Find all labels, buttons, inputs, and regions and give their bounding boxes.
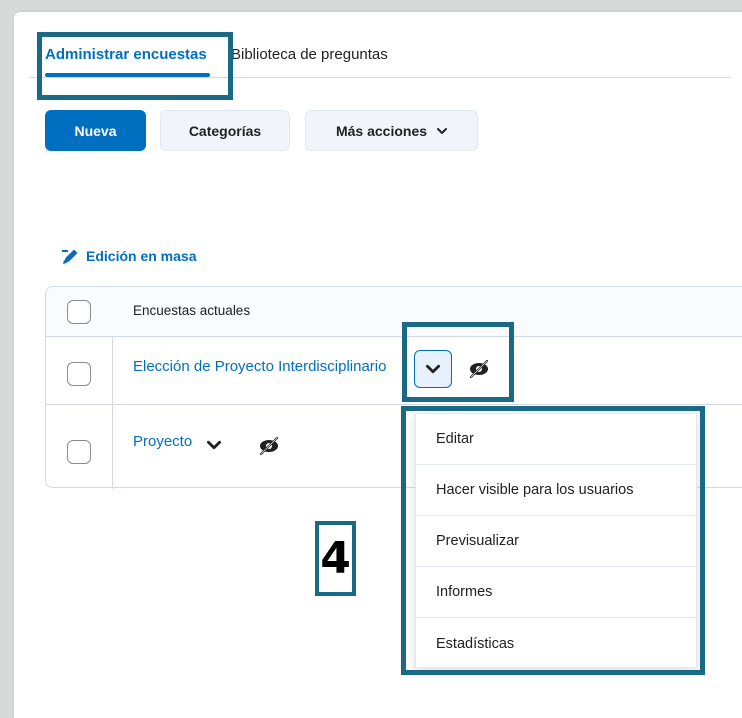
tab-question-library[interactable]: Biblioteca de preguntas bbox=[231, 46, 388, 63]
table-header-row: Encuestas actuales bbox=[46, 287, 742, 337]
categories-button[interactable]: Categorías bbox=[160, 110, 290, 151]
bulk-edit-link[interactable]: Edición en masa bbox=[62, 247, 196, 265]
more-actions-button[interactable]: Más acciones bbox=[305, 110, 478, 151]
row-checkbox[interactable] bbox=[67, 362, 91, 386]
pencil-icon bbox=[62, 249, 78, 264]
actions-dropdown-menu: Editar Hacer visible para los usuarios P… bbox=[415, 413, 698, 669]
step-number-label: 4 bbox=[315, 521, 356, 596]
select-all-checkbox[interactable] bbox=[67, 300, 91, 324]
active-tab-indicator bbox=[45, 73, 210, 77]
more-actions-label: Más acciones bbox=[335, 122, 428, 139]
menu-item-preview[interactable]: Previsualizar bbox=[416, 516, 698, 567]
chevron-down-icon[interactable] bbox=[206, 437, 222, 453]
tab-bar: Administrar encuestas Biblioteca de preg… bbox=[30, 38, 730, 78]
menu-item-reports[interactable]: Informes bbox=[416, 567, 698, 618]
bulk-edit-label: Edición en masa bbox=[86, 248, 197, 264]
hidden-eye-icon bbox=[466, 357, 492, 381]
menu-item-statistics[interactable]: Estadísticas bbox=[416, 618, 698, 669]
new-button[interactable]: Nueva bbox=[45, 110, 146, 151]
menu-item-make-visible[interactable]: Hacer visible para los usuarios bbox=[416, 465, 698, 516]
row-checkbox[interactable] bbox=[67, 440, 91, 464]
menu-item-edit[interactable]: Editar bbox=[416, 414, 698, 465]
chevron-down-icon bbox=[426, 364, 440, 374]
survey-name-link[interactable]: Elección de Proyecto Interdisciplinario bbox=[133, 358, 386, 375]
table-header-label: Encuestas actuales bbox=[133, 303, 251, 318]
survey-name-link[interactable]: Proyecto bbox=[133, 433, 192, 450]
actions-menu-button[interactable] bbox=[414, 350, 452, 388]
tab-manage-surveys[interactable]: Administrar encuestas bbox=[45, 46, 207, 63]
chevron-down-icon bbox=[437, 127, 448, 134]
table-row: Elección de Proyecto Interdisciplinario bbox=[46, 337, 742, 405]
hidden-eye-icon bbox=[256, 434, 282, 458]
